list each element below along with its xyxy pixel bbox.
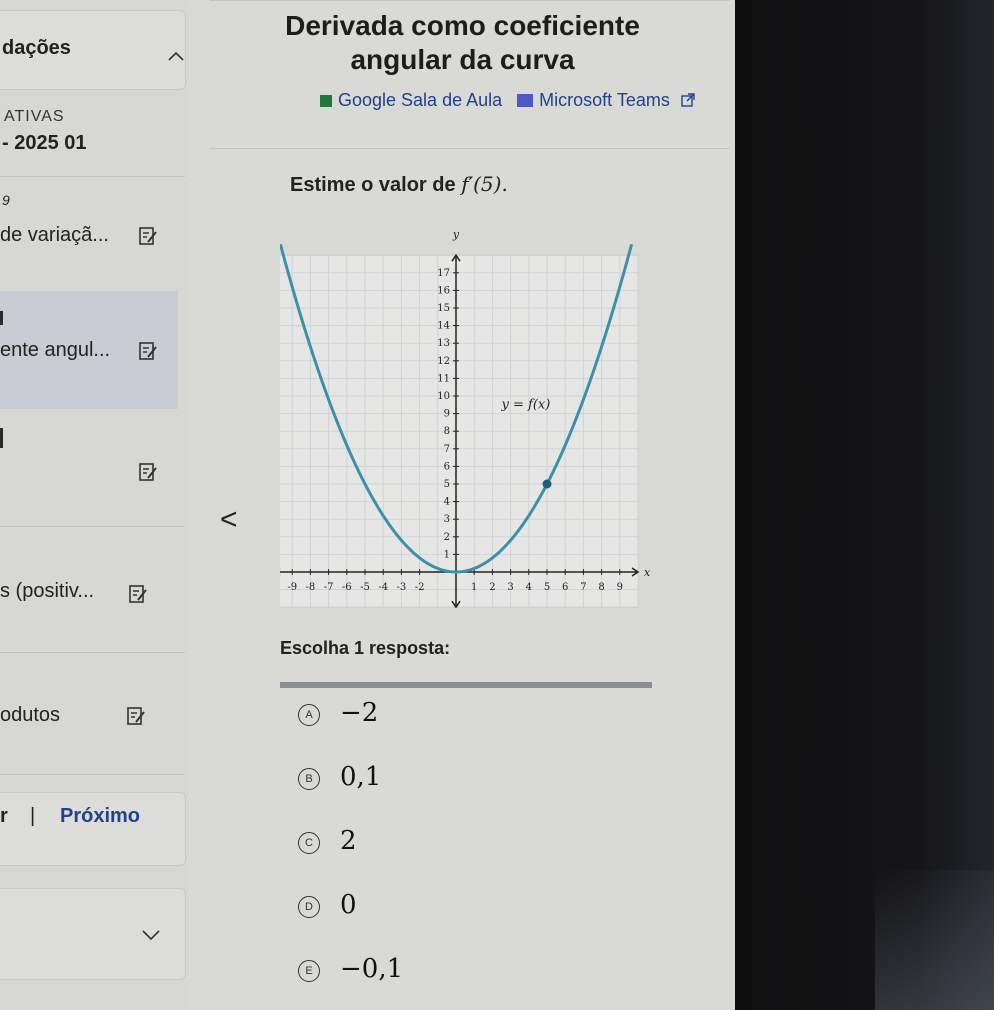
divider xyxy=(0,526,185,527)
progress-marker xyxy=(0,311,3,325)
x-tick-label: -6 xyxy=(342,582,352,593)
option-letter-badge: D xyxy=(298,896,320,918)
y-tick-label: 14 xyxy=(437,321,450,332)
y-tick-label: 13 xyxy=(437,338,450,349)
exercise-icon xyxy=(127,707,145,725)
question-label: Estime o valor de xyxy=(290,174,456,196)
device-bezel xyxy=(735,0,994,1010)
exercise-icon xyxy=(139,342,157,360)
option-value: 2 xyxy=(340,826,357,856)
exercise-icon xyxy=(129,585,147,603)
y-tick-label: 5 xyxy=(444,479,450,490)
sidebar-item-coeficiente[interactable]: ente angul... xyxy=(0,339,110,362)
sidebar-section-title: dações xyxy=(2,37,71,59)
prev-link[interactable]: r xyxy=(0,805,8,828)
x-tick-label: 9 xyxy=(617,582,623,593)
next-link[interactable]: Próximo xyxy=(60,805,140,828)
share-links: Google Sala de Aula Microsoft Teams xyxy=(320,90,695,111)
option-letter-badge: E xyxy=(298,960,320,982)
point-at-x5 xyxy=(542,479,552,489)
question-text: Estime o valor de f′(5). xyxy=(290,172,508,197)
y-tick-label: 1 xyxy=(444,549,450,560)
option-value: −2 xyxy=(340,698,379,728)
y-tick-label: 12 xyxy=(437,356,450,367)
sidebar-item-variacao[interactable]: de variaçã... xyxy=(0,224,109,247)
y-tick-label: 15 xyxy=(437,303,450,314)
back-arrow-icon[interactable]: < xyxy=(220,503,238,537)
option-value: −0,1 xyxy=(340,954,404,984)
google-classroom-link[interactable]: Google Sala de Aula xyxy=(338,90,502,110)
nav-separator: | xyxy=(30,805,36,827)
y-tick-label: 7 xyxy=(444,444,450,455)
x-tick-label: 7 xyxy=(580,582,586,593)
option-value: 0 xyxy=(340,890,357,920)
google-classroom-icon xyxy=(320,95,332,107)
y-tick-label: 3 xyxy=(444,514,450,525)
x-tick-label: -4 xyxy=(378,582,388,593)
x-tick-label: 3 xyxy=(507,582,513,593)
external-link-icon[interactable] xyxy=(681,93,695,107)
x-axis-label: x xyxy=(644,566,651,579)
teams-link[interactable]: Microsoft Teams xyxy=(539,90,670,110)
x-tick-label: 2 xyxy=(489,582,495,593)
chevron-down-icon[interactable] xyxy=(142,929,160,941)
function-graph: -9 -8 -7 -6 -5 -4 -3 -2 1 2 3 4 5 6 7 8 9123456789101112… xyxy=(280,228,651,609)
x-tick-label: 1 xyxy=(471,582,477,593)
x-tick-label: 8 xyxy=(598,582,604,593)
sidebar-header-card[interactable]: dações xyxy=(0,10,186,90)
page-title-line2: angular da curva xyxy=(350,44,575,75)
y-tick-label: 10 xyxy=(437,391,450,402)
y-tick-label: 9 xyxy=(444,409,450,420)
divider xyxy=(210,0,730,1)
y-tick-label: 4 xyxy=(444,497,450,508)
y-axis-label: y xyxy=(452,228,460,241)
sidebar: dações ATIVAS - 2025 01 9 de variaçã... … xyxy=(0,0,188,1010)
exercise-icon xyxy=(139,227,157,245)
bezel-reflection xyxy=(875,870,994,1010)
sidebar-item-active-bg[interactable]: ente angul... xyxy=(0,291,178,409)
sidebar-marker: 9 xyxy=(2,192,10,208)
x-tick-label: 5 xyxy=(544,582,550,593)
question-math: f′(5). xyxy=(461,172,508,196)
y-tick-label: 2 xyxy=(444,532,450,543)
screen: dações ATIVAS - 2025 01 9 de variaçã... … xyxy=(0,0,735,1010)
curve-label: y = f(x) xyxy=(501,397,551,412)
y-tick-label: 11 xyxy=(437,373,450,384)
y-tick-label: 8 xyxy=(444,426,450,437)
x-tick-label: -5 xyxy=(360,582,370,593)
y-tick-label: 16 xyxy=(437,285,450,296)
divider xyxy=(0,176,185,177)
option-letter-badge: A xyxy=(298,704,320,726)
answer-prompt: Escolha 1 resposta: xyxy=(280,638,451,658)
x-tick-label: 6 xyxy=(562,582,568,593)
sidebar-item-produtos[interactable]: odutos xyxy=(0,704,60,727)
prompt-divider xyxy=(280,682,652,688)
sidebar-item-positiva[interactable]: s (positiv... xyxy=(0,580,94,603)
divider xyxy=(210,148,730,149)
x-tick-label: -3 xyxy=(397,582,407,593)
y-tick-label: 6 xyxy=(444,461,450,472)
x-tick-label: 4 xyxy=(526,582,532,593)
page-title-line1: Derivada como coeﬁciente xyxy=(285,10,640,41)
sidebar-nav-card: r | Próximo xyxy=(0,792,186,866)
x-tick-label: -7 xyxy=(324,582,334,593)
teams-icon xyxy=(517,94,534,107)
x-tick-label: -9 xyxy=(287,582,297,593)
option-value: 0,1 xyxy=(340,762,382,792)
option-letter-badge: B xyxy=(298,768,320,790)
sidebar-category: ATIVAS xyxy=(4,108,65,125)
exercise-icon[interactable] xyxy=(138,462,158,482)
sidebar-period: - 2025 01 xyxy=(2,132,87,154)
option-letter-badge: C xyxy=(298,832,320,854)
x-tick-label: -2 xyxy=(415,582,425,593)
divider xyxy=(0,774,185,775)
divider xyxy=(0,652,185,653)
main-content: Derivada como coeﬁciente angular da curv… xyxy=(190,0,735,1010)
x-tick-label: -8 xyxy=(306,582,316,593)
chevron-up-icon[interactable] xyxy=(168,51,184,61)
sidebar-bottom-card[interactable] xyxy=(0,888,186,980)
progress-marker xyxy=(0,428,3,448)
y-tick-label: 17 xyxy=(437,268,450,279)
